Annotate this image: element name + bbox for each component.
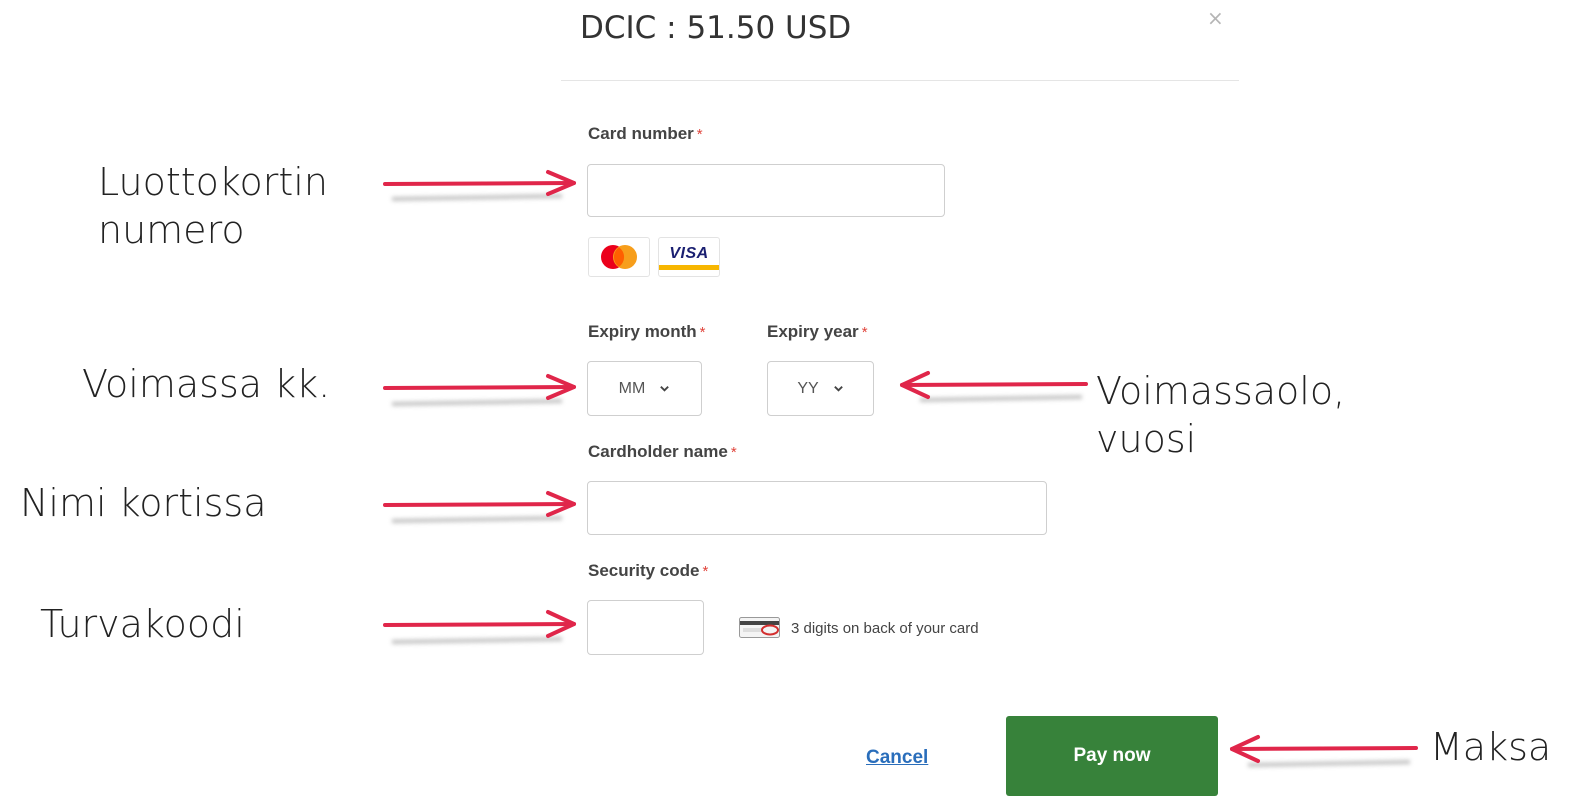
- arrow-pay: [1230, 735, 1418, 763]
- arrow-card-number: [383, 170, 576, 196]
- annotation-arrows: [383, 170, 1418, 767]
- arrow-security-code: [383, 610, 576, 638]
- arrow-cardholder-name: [383, 491, 576, 517]
- arrow-expiry-month: [383, 374, 576, 400]
- arrow-expiry-year: [900, 371, 1088, 399]
